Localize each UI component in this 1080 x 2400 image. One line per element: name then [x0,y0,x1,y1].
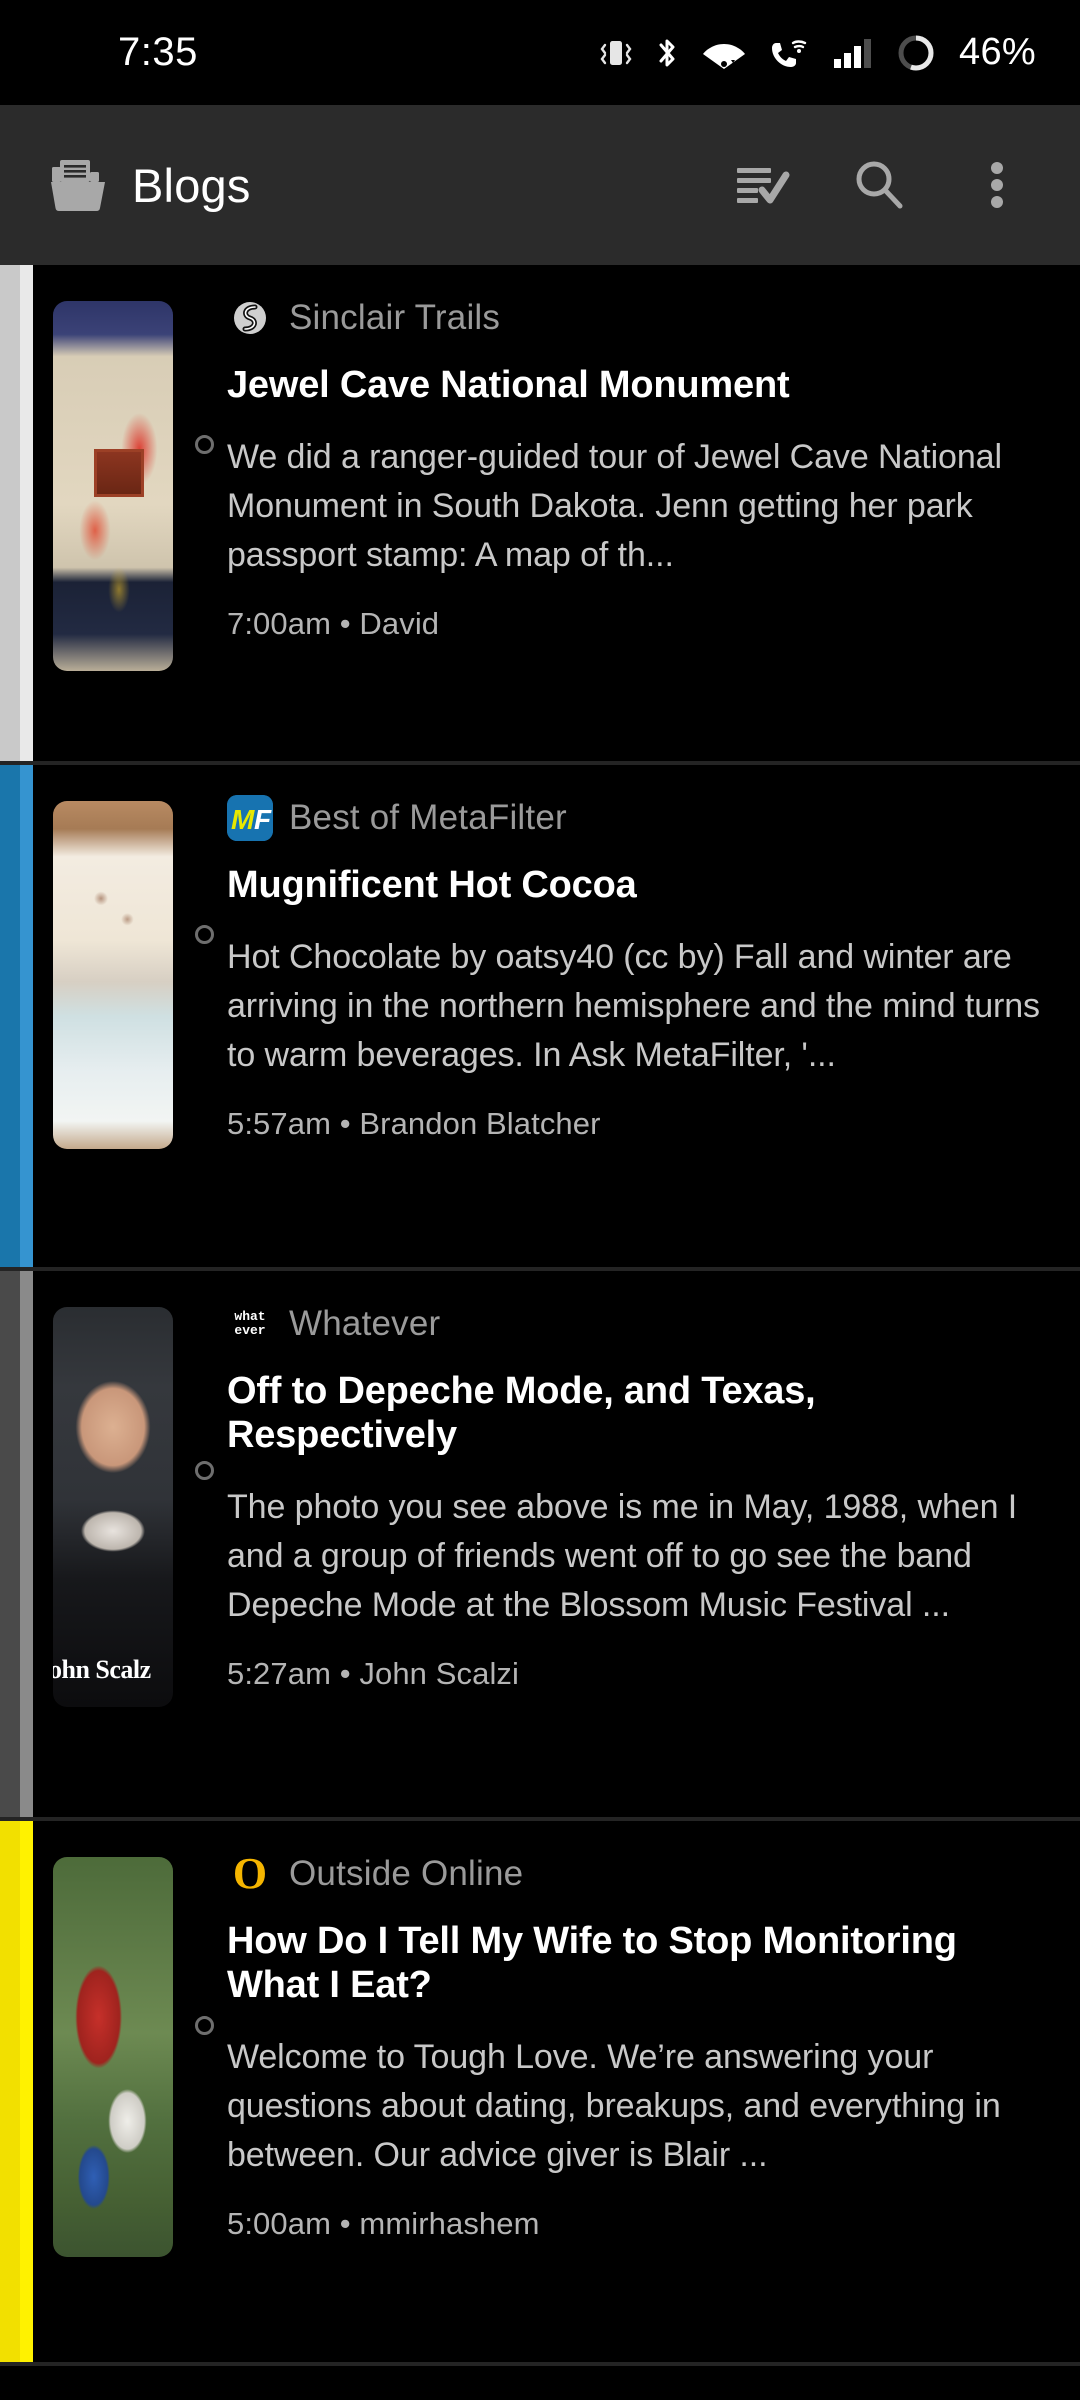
feed-line: M F Best of MetaFilter [227,795,1046,841]
article-author: John Scalzi [359,1656,520,1692]
unread-marker-column[interactable] [181,295,227,735]
mark-all-read-button[interactable] [730,154,792,216]
article-row[interactable]: what ever Whatever Off to Depeche Mode, … [0,1271,1080,1821]
unread-marker-column[interactable] [181,795,227,1241]
article-time: 5:27am [227,1656,331,1692]
feed-accent-stripe [0,265,33,761]
article-row[interactable]: M F Best of MetaFilter Mugnificent Hot C… [0,765,1080,1271]
favicon-text-top: what [234,1309,266,1324]
sinclair-trails-favicon [227,295,273,341]
meta-separator: • [339,605,351,641]
feed-name: Whatever [289,1304,441,1343]
battery-percentage: 46% [959,31,1036,73]
article-thumbnail [53,801,173,1149]
playlist-add-check-icon [737,168,790,204]
feed-name: Outside Online [289,1854,524,1893]
unread-indicator[interactable] [194,435,214,454]
favicon-text: O [232,1851,268,1897]
page-title: Blogs [132,158,251,212]
feed-accent-stripe [0,765,33,1267]
article-snippet: Welcome to Tough Love. We’re answering y… [227,2038,1001,2175]
favicon-text-bottom: ever [234,1323,266,1338]
feed-line: what ever Whatever [227,1301,1046,1347]
article-meta: 5:57am • Brandon Blatcher [227,1106,1046,1142]
app-bar: Blogs [0,105,1080,265]
article-content: O Outside Online How Do I Tell My Wife t… [227,1851,1046,2336]
status-bar: 7:35 46% [0,0,1080,105]
article-title: Off to Depeche Mode, and Texas, Respecti… [227,1370,816,1457]
status-clock: 7:35 [118,30,198,74]
unread-indicator[interactable] [194,925,214,944]
article-meta: 5:27am • John Scalzi [227,1656,1046,1692]
article-thumbnail [53,1307,173,1707]
vibrate-icon [600,40,632,65]
article-content: what ever Whatever Off to Depeche Mode, … [227,1301,1046,1791]
article-snippet: The photo you see above is me in May, 19… [227,1488,1018,1625]
article-content: Sinclair Trails Jewel Cave National Monu… [227,295,1046,735]
metafilter-favicon: M F [227,795,273,841]
meta-separator: • [339,1656,351,1692]
feed-name: Best of MetaFilter [289,798,567,837]
article-list: Sinclair Trails Jewel Cave National Monu… [0,265,1080,2366]
more-vert-icon [991,162,1003,208]
svg-text:M: M [231,804,255,835]
article-time: 5:00am [227,2206,331,2242]
wifi-calling-icon [772,39,807,67]
folder-articles-icon [51,160,105,211]
article-title: Jewel Cave National Monument [227,364,790,406]
article-thumbnail [53,301,173,671]
svg-text:F: F [254,804,272,835]
app-bar-title-group[interactable]: Blogs [50,158,730,213]
article-thumbnail [53,1857,173,2257]
article-title: Mugnificent Hot Cocoa [227,864,637,906]
search-button[interactable] [848,154,910,216]
article-row[interactable]: Sinclair Trails Jewel Cave National Monu… [0,265,1080,765]
article-meta: 5:00am • mmirhashem [227,2206,1046,2242]
battery-circle-icon [898,35,934,70]
feed-accent-stripe [0,1821,33,2362]
unread-indicator[interactable] [194,2016,214,2035]
feed-name: Sinclair Trails [289,298,501,337]
app-bar-actions [730,154,1044,216]
search-icon [856,161,903,209]
article-author: mmirhashem [359,2206,540,2242]
wifi-icon [703,43,746,69]
meta-separator: • [339,1105,351,1141]
article-meta: 7:00am • David [227,606,1046,642]
bluetooth-icon [659,39,675,66]
unread-indicator[interactable] [194,1461,214,1480]
overflow-menu-button[interactable] [966,154,1028,216]
article-content: M F Best of MetaFilter Mugnificent Hot C… [227,795,1046,1241]
status-icon-group: 46% [599,31,1036,74]
feed-line: Sinclair Trails [227,295,1046,341]
feed-line: O Outside Online [227,1851,1046,1897]
meta-separator: • [339,2206,351,2242]
whatever-favicon: what ever [227,1301,273,1347]
article-time: 5:57am [227,1105,331,1141]
cellular-signal-icon [834,38,872,68]
article-time: 7:00am [227,605,331,641]
feed-accent-stripe [0,1271,33,1817]
article-snippet: We did a ranger-guided tour of Jewel Cav… [227,438,1002,574]
unread-marker-column[interactable] [181,1851,227,2336]
article-author: Brandon Blatcher [359,1105,601,1141]
outside-online-favicon: O [227,1851,273,1897]
unread-marker-column[interactable] [181,1301,227,1791]
article-title: How Do I Tell My Wife to Stop Monitoring… [227,1920,957,2007]
article-row[interactable]: O Outside Online How Do I Tell My Wife t… [0,1821,1080,2366]
article-snippet: Hot Chocolate by oatsy40 (cc by) Fall an… [227,938,1040,1074]
article-author: David [359,605,440,641]
